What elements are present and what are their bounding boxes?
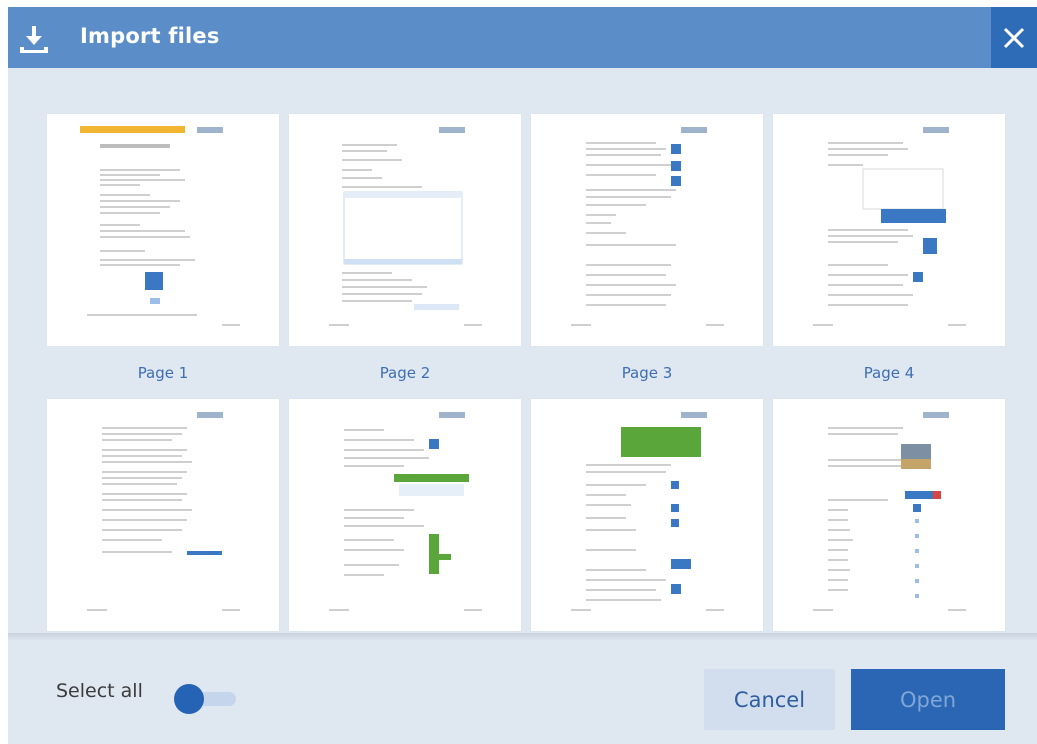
- page-preview: [329, 127, 482, 326]
- dialog-header: Import files: [8, 7, 1037, 68]
- cancel-button[interactable]: Cancel: [704, 669, 835, 730]
- close-button[interactable]: [991, 7, 1037, 68]
- page-thumbnail[interactable]: [773, 399, 1005, 631]
- page-label: Page 3: [621, 364, 673, 382]
- footer-divider: [8, 633, 1037, 641]
- open-button[interactable]: Open: [851, 669, 1005, 730]
- select-all-label: Select all: [56, 680, 143, 702]
- page-thumbnail[interactable]: [773, 114, 1005, 346]
- page-preview: [329, 412, 482, 611]
- page-thumbnail[interactable]: [47, 399, 279, 631]
- page-preview: [813, 412, 966, 611]
- page-label: Page 1: [137, 364, 189, 382]
- close-icon: [1003, 27, 1025, 48]
- page-thumbnail-grid: Page 1 Page 2 Page 3 Page 4: [47, 114, 1005, 631]
- page-preview: [87, 412, 240, 611]
- page-label: Page 4: [863, 364, 915, 382]
- page-thumbnail[interactable]: [47, 114, 279, 346]
- page-preview: [571, 127, 724, 326]
- page-thumbnail[interactable]: [531, 399, 763, 631]
- page-thumbnail[interactable]: [289, 399, 521, 631]
- page-preview: [571, 412, 724, 611]
- download-icon: [20, 26, 48, 53]
- page-label: Page 2: [379, 364, 431, 382]
- toggle-knob: [174, 684, 204, 714]
- select-all-toggle[interactable]: [174, 684, 236, 714]
- page-thumbnail[interactable]: [289, 114, 521, 346]
- dialog-title: Import files: [80, 24, 220, 48]
- page-preview: [813, 127, 966, 326]
- page-preview: [80, 126, 240, 326]
- page-thumbnail[interactable]: [531, 114, 763, 346]
- import-dialog: Import files Page 1 Page 2 Page 3 Page 4: [8, 7, 1037, 744]
